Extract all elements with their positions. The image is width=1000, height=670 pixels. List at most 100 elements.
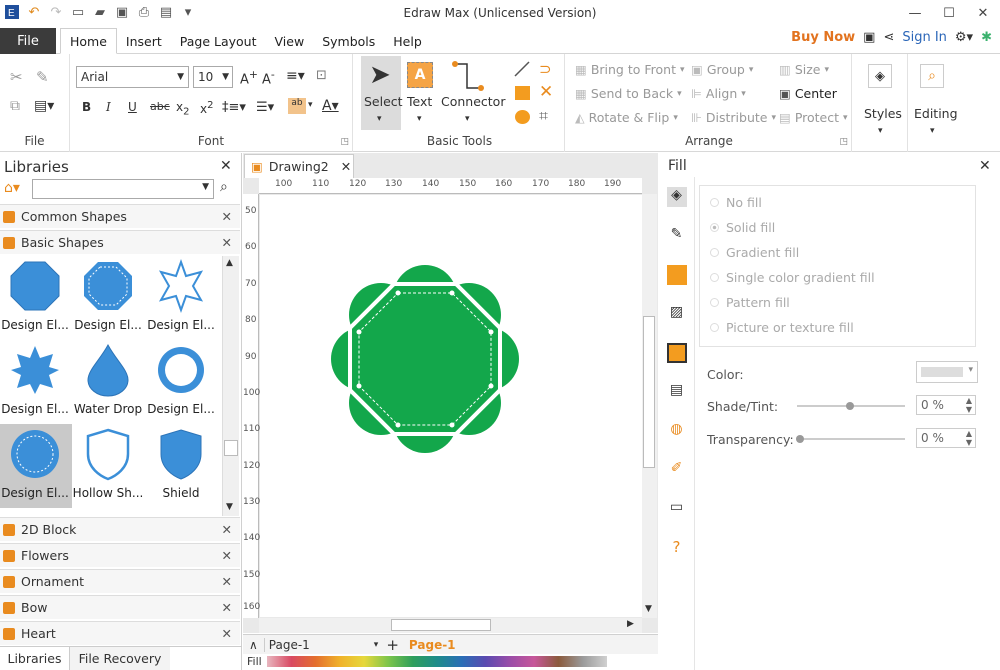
text-tool-icon[interactable]: A (407, 62, 433, 88)
home-library-icon[interactable]: ⌂▾ (4, 180, 20, 196)
picture-texture-fill-option[interactable]: Picture or texture fill (710, 315, 875, 340)
shrink-font-icon[interactable]: A- (262, 68, 275, 87)
rotate-flip-button[interactable]: ◭ Rotate & Flip ▾ (575, 110, 678, 125)
drawing-page[interactable] (260, 195, 642, 617)
settings-gear-icon[interactable]: ⚙▾ (955, 30, 973, 45)
line-icon[interactable]: ✎ (667, 226, 687, 246)
tab-symbols[interactable]: Symbols (313, 28, 384, 54)
line-tool-icon[interactable] (513, 60, 531, 81)
shape-design-element-3[interactable]: Design El... (146, 258, 216, 338)
editing-group[interactable]: ⌕ Editing ▾ (908, 54, 960, 152)
styles-group[interactable]: ◈ Styles ▾ (854, 54, 908, 152)
shape-hollow-shield[interactable]: Hollow Sh... (73, 426, 143, 506)
shape-shield[interactable]: Shield (146, 426, 216, 506)
arrange-dialog-launcher-icon[interactable]: ◳ (839, 137, 848, 147)
font-dialog-launcher-icon[interactable]: ◳ (340, 137, 349, 147)
close-library-icon[interactable]: ✕ (222, 209, 232, 224)
comment-icon[interactable]: ▭ (667, 499, 687, 519)
text-dropdown-icon[interactable]: ▾ (417, 114, 422, 124)
maximize-icon[interactable]: ☐ (932, 0, 966, 26)
close-libraries-icon[interactable]: ✕ (220, 158, 232, 174)
bring-to-front-button[interactable]: ▦ Bring to Front ▾ (575, 62, 685, 77)
underline-icon[interactable]: U (128, 100, 137, 114)
add-page-icon[interactable]: + (386, 636, 399, 654)
close-fill-panel-icon[interactable]: ✕ (979, 158, 991, 174)
solid-fill-option[interactable]: Solid fill (710, 215, 875, 240)
cut-icon[interactable]: ✂ (10, 68, 23, 86)
superscript-icon[interactable]: x2 (200, 100, 213, 116)
library-common-shapes[interactable]: Common Shapes ✕ (0, 204, 240, 228)
grow-font-icon[interactable]: A+ (240, 68, 258, 87)
connector-label[interactable]: Connector (441, 94, 505, 109)
center-button[interactable]: ▣ Center (779, 86, 837, 101)
sign-in-link[interactable]: Sign In (902, 30, 947, 45)
tab-file-recovery[interactable]: File Recovery (70, 647, 170, 670)
library-basic-shapes[interactable]: Basic Shapes ✕ (0, 230, 240, 254)
library-scroll-thumb[interactable] (224, 440, 238, 456)
close-library-icon[interactable]: ✕ (222, 235, 232, 250)
ellipse-tool-icon[interactable] (515, 110, 530, 124)
group-button[interactable]: ▣ Group ▾ (691, 62, 753, 77)
library-heart[interactable]: Heart ✕ (0, 621, 240, 645)
vertical-scroll-thumb[interactable] (643, 316, 655, 468)
connector-dropdown-icon[interactable]: ▾ (465, 114, 470, 124)
text-align-icon[interactable]: ≡▾ (286, 68, 305, 84)
tab-libraries[interactable]: Libraries (0, 647, 70, 670)
align-button[interactable]: ⊫ Align ▾ (691, 86, 746, 101)
shade-tint-knob[interactable] (846, 402, 854, 410)
buy-now-link[interactable]: Buy Now (791, 30, 855, 45)
canvas-horizontal-scrollbar[interactable]: ▶ (259, 618, 642, 633)
spinner-arrows-icon[interactable]: ▲ ▼ (966, 429, 972, 447)
library-bow[interactable]: Bow ✕ (0, 595, 240, 619)
scroll-down-arrow-icon[interactable]: ▼ (645, 604, 652, 614)
rectangle-tool-icon[interactable] (515, 86, 530, 100)
horizontal-scroll-thumb[interactable] (391, 619, 491, 631)
library-search-input[interactable]: ▼ (32, 179, 214, 199)
crop-tool-icon[interactable]: ⌗ (539, 106, 548, 126)
close-window-icon[interactable]: ✕ (966, 0, 1000, 26)
shape-design-element-2[interactable]: Design El... (73, 258, 143, 338)
library-flowers[interactable]: Flowers ✕ (0, 543, 240, 567)
shape-design-element-4[interactable]: Design El... (0, 342, 70, 422)
share-icon[interactable]: ⋖ (883, 30, 894, 45)
protect-button[interactable]: ▤ Protect ▾ (779, 110, 848, 125)
library-ornament[interactable]: Ornament ✕ (0, 569, 240, 593)
transparency-input[interactable]: 0 % ▲ ▼ (916, 428, 976, 448)
canvas-vertical-scrollbar[interactable]: ▼ (642, 194, 657, 618)
close-library-icon[interactable]: ✕ (222, 626, 232, 641)
select-dropdown-icon[interactable]: ▾ (377, 114, 382, 124)
font-name-select[interactable]: Arial ▼ (76, 66, 189, 88)
page-collapse-icon[interactable]: ∧ (249, 638, 258, 652)
shape-design-element-1[interactable]: Design El... (0, 258, 70, 338)
highlight-dropdown-icon[interactable]: ▾ (308, 100, 313, 110)
copy-icon[interactable]: ⧉ (10, 98, 20, 114)
no-fill-option[interactable]: No fill (710, 190, 875, 215)
arc-tool-icon[interactable]: ⊃ (539, 60, 552, 78)
palette-swatches[interactable] (267, 656, 607, 667)
page-properties-icon[interactable]: ▤ (667, 382, 687, 402)
italic-icon[interactable]: I (106, 100, 111, 114)
shadow-icon[interactable] (666, 265, 687, 285)
color-picker[interactable]: ▾ (916, 361, 978, 383)
close-library-icon[interactable]: ✕ (222, 522, 232, 537)
shape-design-element-5[interactable]: Design El... (146, 342, 216, 422)
strikethrough-icon[interactable]: abc (150, 100, 170, 113)
format-painter-icon[interactable]: ✎ (36, 68, 49, 86)
pattern-fill-option[interactable]: Pattern fill (710, 290, 875, 315)
tab-home[interactable]: Home (60, 28, 117, 54)
transparency-knob[interactable] (796, 435, 804, 443)
green-flower-octagon-shape[interactable] (260, 195, 642, 617)
image-icon[interactable]: ▨ (667, 304, 687, 324)
paste-icon[interactable]: ▤▾ (34, 98, 54, 114)
text-direction-icon[interactable]: ⊡ (316, 68, 327, 83)
library-search-icon[interactable]: ⌕ (220, 179, 228, 195)
globe-icon[interactable]: ◍ (667, 421, 687, 441)
font-color-icon[interactable]: A▾ (322, 98, 339, 114)
tab-insert[interactable]: Insert (117, 28, 171, 54)
transparency-slider[interactable] (797, 438, 905, 440)
cart-icon[interactable]: ▣ (863, 30, 875, 45)
font-size-select[interactable]: 10 ▼ (193, 66, 233, 88)
fill-icon[interactable]: ◈ (666, 187, 687, 207)
page-select-dropdown-icon[interactable]: ▾ (374, 640, 379, 650)
help-icon[interactable]: ? (667, 538, 687, 558)
